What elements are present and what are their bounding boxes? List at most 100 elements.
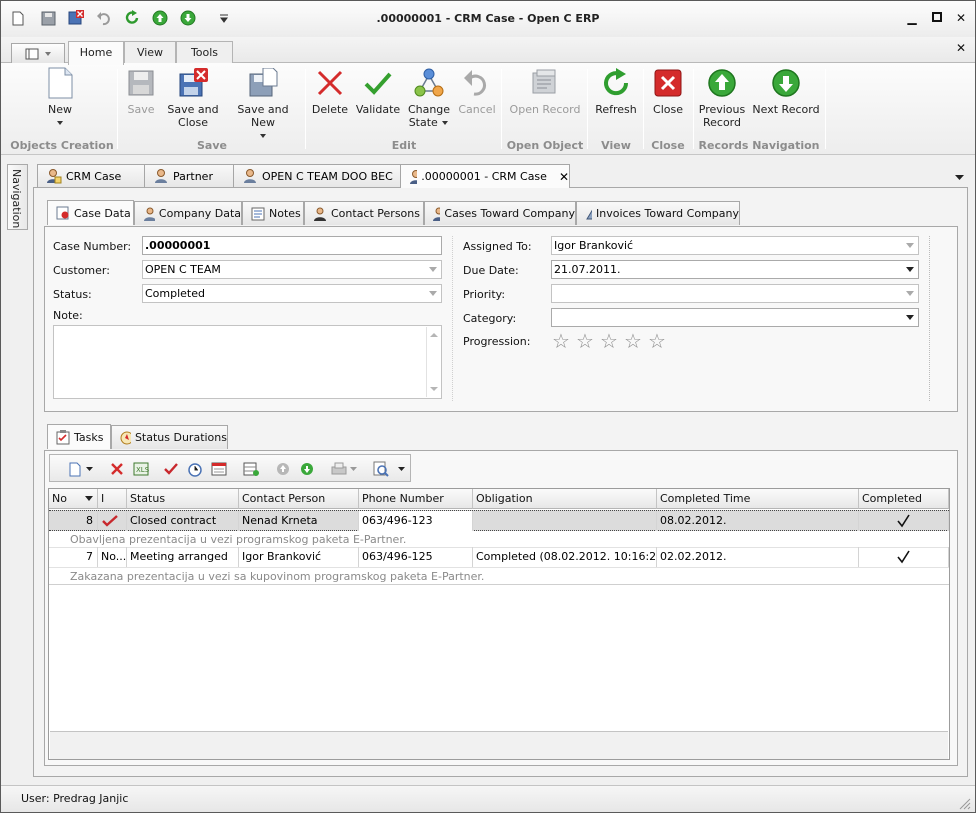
ribbon-tab-tools[interactable]: Tools xyxy=(176,41,233,64)
row-preview-text: Obavljena prezentacija u vezi programsko… xyxy=(70,533,407,546)
column-header-contact-person[interactable]: Contact Person xyxy=(239,489,359,509)
grid-settings-button[interactable] xyxy=(242,460,260,478)
doc-tab-open-c-team[interactable]: OPEN C TEAM DOO BEC xyxy=(233,164,401,187)
category-select[interactable] xyxy=(551,308,919,327)
assigned-to-value: Igor Branković xyxy=(554,239,634,252)
delete-button[interactable]: Delete xyxy=(309,67,351,116)
alarm-clock-icon xyxy=(188,463,202,477)
tab-cases-toward-company[interactable]: Cases Toward Company xyxy=(424,201,576,225)
cell-completed-checkbox[interactable] xyxy=(859,511,949,531)
delete-task-button[interactable] xyxy=(108,460,126,478)
ribbon-tab-home[interactable]: Home xyxy=(68,41,124,65)
search-dropdown[interactable] xyxy=(396,460,406,478)
tab-invoices-toward-company[interactable]: Invoices Toward Company xyxy=(576,201,740,225)
application-menu-button[interactable] xyxy=(11,43,65,63)
maximize-button[interactable] xyxy=(930,11,944,25)
resize-grip-icon[interactable] xyxy=(959,798,971,810)
save-button[interactable]: Save xyxy=(121,67,161,116)
progression-star-5[interactable]: ☆ xyxy=(648,331,666,351)
person-icon xyxy=(47,169,62,184)
calendar-button[interactable] xyxy=(210,460,228,478)
note-textarea[interactable] xyxy=(53,325,442,399)
doc-tab-partner[interactable]: Partner xyxy=(144,164,234,187)
case-number-field[interactable]: .00000001 xyxy=(142,236,442,255)
doc-tab-label: Partner xyxy=(173,169,213,183)
export-excel-button[interactable]: XLS xyxy=(132,460,150,478)
row-preview-text: Zakazana prezentacija u vezi sa kupovino… xyxy=(70,570,485,583)
assigned-to-select[interactable]: Igor Branković xyxy=(551,236,919,255)
chevron-down-icon xyxy=(906,243,914,248)
priority-select[interactable] xyxy=(551,284,919,303)
complete-task-button[interactable] xyxy=(162,460,180,478)
search-button[interactable] xyxy=(372,460,390,478)
navigation-panel-tab[interactable]: Navigation xyxy=(7,164,28,230)
progression-star-2[interactable]: ☆ xyxy=(576,331,594,351)
svg-text:XLS: XLS xyxy=(136,466,149,474)
reminder-button[interactable] xyxy=(186,460,204,478)
progression-star-1[interactable]: ☆ xyxy=(552,331,570,351)
contact-person-icon xyxy=(314,207,326,221)
progression-star-3[interactable]: ☆ xyxy=(600,331,618,351)
status-value: Completed xyxy=(145,287,205,300)
note-scrollbar[interactable] xyxy=(426,327,440,397)
group-label-view: View xyxy=(601,139,631,152)
tab-status-durations[interactable]: Status Durations xyxy=(111,425,228,449)
new-button[interactable]: New xyxy=(31,67,89,129)
column-header-completed[interactable]: Completed xyxy=(859,489,949,509)
status-select[interactable]: Completed xyxy=(142,284,442,303)
doc-tab-current-case[interactable]: .00000001 - CRM Case ✕ xyxy=(400,164,570,188)
tab-case-data[interactable]: Case Data xyxy=(47,200,134,225)
next-record-button[interactable]: Next Record xyxy=(751,67,821,116)
open-record-button[interactable]: Open Record xyxy=(507,67,583,116)
validate-button[interactable]: Validate xyxy=(355,67,401,116)
customer-select[interactable]: OPEN C TEAM xyxy=(142,260,442,279)
chevron-down-icon xyxy=(906,315,914,320)
tab-list-dropdown-icon[interactable] xyxy=(955,171,964,184)
move-down-button[interactable] xyxy=(298,460,316,478)
table-row[interactable]: 7 No... Meeting arranged Igor Branković … xyxy=(49,547,949,568)
print-dropdown[interactable] xyxy=(348,460,358,478)
move-up-button[interactable] xyxy=(274,460,292,478)
minimize-button[interactable]: ▁ xyxy=(905,11,919,25)
close-button[interactable]: Close xyxy=(647,67,689,116)
due-date-picker[interactable]: 21.07.2011. xyxy=(551,260,919,279)
new-task-button[interactable] xyxy=(66,460,84,478)
person-icon xyxy=(155,169,167,183)
new-task-dropdown[interactable] xyxy=(84,460,94,478)
tab-notes[interactable]: Notes xyxy=(242,201,304,225)
checkbox-checked-icon xyxy=(897,514,910,528)
close-document-button[interactable]: ✕ xyxy=(954,41,968,55)
tab-tasks[interactable]: Tasks xyxy=(47,424,111,449)
change-state-button[interactable]: Change State xyxy=(405,67,453,129)
close-window-button[interactable]: ✕ xyxy=(954,11,968,25)
excel-icon: XLS xyxy=(133,462,149,476)
column-header-completed-time[interactable]: Completed Time xyxy=(657,489,859,509)
ribbon-tab-view[interactable]: View xyxy=(124,41,176,64)
column-header-phone-number[interactable]: Phone Number xyxy=(359,489,473,509)
cell-phone-number[interactable]: 063/496-123 xyxy=(359,511,473,531)
previous-record-button[interactable]: Previous Record xyxy=(697,67,747,129)
tab-label: Cases Toward Company xyxy=(444,207,575,220)
column-header-status[interactable]: Status xyxy=(127,489,239,509)
cell-completed-checkbox[interactable] xyxy=(859,547,949,567)
cell-indicator: No... xyxy=(98,547,127,567)
tab-company-data[interactable]: Company Data xyxy=(134,201,242,225)
print-button[interactable] xyxy=(330,460,348,478)
group-label-edit: Edit xyxy=(391,139,417,152)
tab-contact-persons[interactable]: Contact Persons xyxy=(304,201,424,225)
doc-tab-crm-case[interactable]: CRM Case xyxy=(37,164,145,187)
close-tab-icon[interactable]: ✕ xyxy=(559,170,569,184)
refresh-button[interactable]: Refresh xyxy=(593,67,639,116)
column-header-i[interactable]: I xyxy=(98,489,127,509)
cancel-button[interactable]: Cancel xyxy=(457,67,497,116)
save-and-new-button[interactable]: Save and New xyxy=(225,67,301,142)
progression-star-4[interactable]: ☆ xyxy=(624,331,642,351)
chevron-down-icon xyxy=(906,291,914,296)
table-row[interactable]: 8 Closed contract Nenad Krneta 063/496-1… xyxy=(49,510,949,531)
ribbon: New Objects Creation Save Save and Close… xyxy=(1,63,975,155)
undo-icon xyxy=(461,67,493,99)
save-and-close-button[interactable]: Save and Close xyxy=(165,67,221,129)
note-label: Note: xyxy=(53,309,83,322)
column-header-obligation[interactable]: Obligation xyxy=(473,489,657,509)
column-header-no[interactable]: No xyxy=(49,489,98,509)
